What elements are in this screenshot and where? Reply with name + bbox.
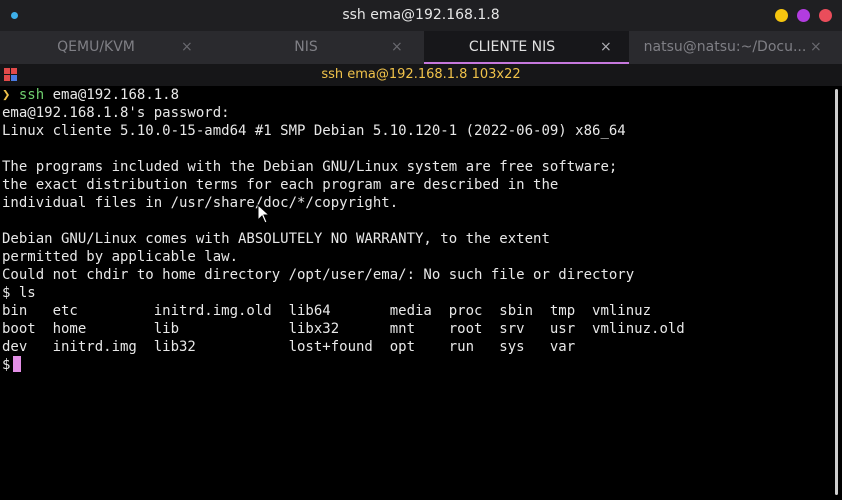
terminal-scrollbar[interactable] — [830, 86, 842, 500]
command-args: ema@192.168.1.8 — [52, 87, 180, 103]
terminal-prompt-line: $ — [2, 356, 22, 374]
terminal-line: ema@192.168.1.8's password: — [2, 105, 230, 121]
close-button[interactable] — [819, 9, 832, 22]
minimize-button[interactable] — [775, 9, 788, 22]
command-name: ssh — [18, 87, 45, 103]
maximize-button[interactable] — [797, 9, 810, 22]
session-title: ssh ema@192.168.1.8 103x22 — [321, 67, 521, 82]
terminal-line: individual files in /usr/share/doc/*/cop… — [2, 195, 399, 211]
terminal-line: The programs included with the Debian GN… — [2, 159, 618, 175]
terminal-line: Linux cliente 5.10.0-15-amd64 #1 SMP Deb… — [2, 123, 626, 139]
tab-close-icon[interactable]: × — [810, 39, 822, 55]
window-title: ssh ema@192.168.1.8 — [342, 7, 500, 23]
terminal-line: bin etc initrd.img.old lib64 media proc … — [2, 303, 652, 319]
mouse-pointer-icon — [257, 204, 271, 224]
tab-close-icon[interactable]: × — [391, 39, 403, 55]
tab-nis[interactable]: NIS × — [221, 31, 421, 64]
tab-natsu-documents[interactable]: natsu@natsu:~/Docu... × — [640, 31, 842, 64]
title-bar: ssh ema@192.168.1.8 — [0, 0, 842, 31]
terminal-output[interactable]: ❯ ssh ema@192.168.1.8 ema@192.168.1.8's … — [0, 86, 830, 500]
scrollbar-thumb[interactable] — [835, 89, 838, 495]
terminal-command-line: ❯ ssh ema@192.168.1.8 — [2, 86, 179, 104]
tab-label: CLIENTE NIS — [468, 39, 556, 55]
tab-close-icon[interactable]: × — [600, 39, 612, 55]
terminal-line: boot home lib libx32 mnt root srv usr vm… — [2, 321, 685, 337]
tab-label: natsu@natsu:~/Docu... — [643, 39, 807, 55]
tab-label: QEMU/KVM — [57, 39, 135, 55]
session-info-bar: ssh ema@192.168.1.8 103x22 — [0, 64, 842, 86]
shell-prompt: $ — [2, 357, 11, 373]
terminal-line: the exact distribution terms for each pr… — [2, 177, 559, 193]
text-cursor — [13, 356, 22, 372]
tab-close-icon[interactable]: × — [181, 39, 193, 55]
prompt-arrow-icon: ❯ — [2, 87, 11, 103]
terminal-line: Debian GNU/Linux comes with ABSOLUTELY N… — [2, 231, 550, 247]
terminal-line: $ ls — [2, 285, 36, 301]
terminal-line: Could not chdir to home directory /opt/u… — [2, 267, 635, 283]
tab-bar: QEMU/KVM × NIS × CLIENTE NIS × natsu@nat… — [0, 31, 842, 64]
terminal-line: dev initrd.img lib32 lost+found opt run … — [2, 339, 576, 355]
tab-qemu-kvm[interactable]: QEMU/KVM × — [11, 31, 211, 64]
tab-cliente-nis[interactable]: CLIENTE NIS × — [424, 31, 629, 64]
terminal-line: permitted by applicable law. — [2, 249, 239, 265]
tab-label: NIS — [294, 39, 318, 55]
